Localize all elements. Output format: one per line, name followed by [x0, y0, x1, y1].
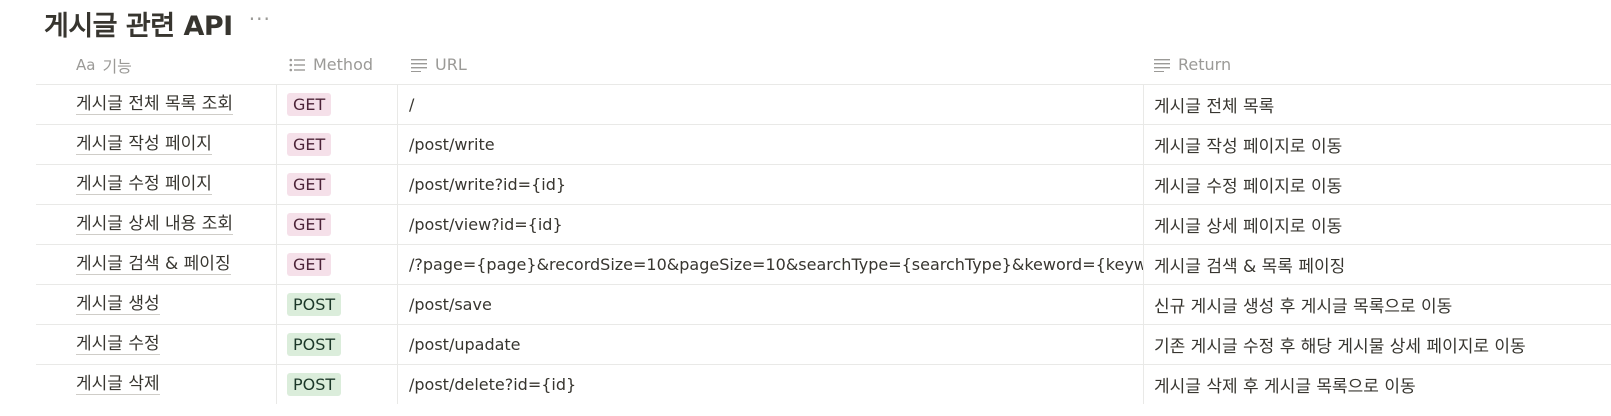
feature-cell[interactable]: 게시글 상세 내용 조회 — [36, 205, 277, 244]
feature-cell[interactable]: 게시글 수정 페이지 — [36, 165, 277, 204]
table-row[interactable]: 게시글 상세 내용 조회 GET /post/view?id={id} 게시글 … — [36, 205, 1611, 245]
table-row[interactable]: 게시글 삭제 POST /post/delete?id={id} 게시글 삭제 … — [36, 365, 1611, 404]
url-cell[interactable]: /post/save — [398, 285, 1144, 324]
return-text: 게시글 전체 목록 — [1154, 97, 1275, 117]
method-cell[interactable]: GET — [277, 245, 398, 284]
text-lines-icon — [1154, 58, 1170, 72]
url-text: /post/upadate — [409, 335, 521, 354]
more-options-icon[interactable]: ··· — [249, 9, 271, 29]
method-tag-post: POST — [287, 333, 342, 356]
feature-cell[interactable]: 게시글 삭제 — [36, 365, 277, 404]
return-cell[interactable]: 게시글 수정 페이지로 이동 — [1144, 165, 1611, 204]
list-icon — [289, 58, 305, 72]
feature-title[interactable]: 게시글 수정 — [76, 334, 160, 355]
table-row[interactable]: 게시글 작성 페이지 GET /post/write 게시글 작성 페이지로 이… — [36, 125, 1611, 165]
method-cell[interactable]: GET — [277, 165, 398, 204]
url-cell[interactable]: / — [398, 85, 1144, 124]
method-cell[interactable]: GET — [277, 85, 398, 124]
return-cell[interactable]: 기존 게시글 수정 후 해당 게시물 상세 페이지로 이동 — [1144, 325, 1611, 364]
method-tag-get: GET — [287, 253, 332, 276]
method-tag-get: GET — [287, 173, 332, 196]
feature-title[interactable]: 게시글 전체 목록 조회 — [76, 94, 233, 115]
method-cell[interactable]: GET — [277, 205, 398, 244]
feature-title[interactable]: 게시글 상세 내용 조회 — [76, 214, 233, 235]
return-text: 게시글 수정 페이지로 이동 — [1154, 177, 1343, 197]
column-header-url[interactable]: URL — [398, 45, 1144, 84]
url-text: /post/delete?id={id} — [409, 375, 577, 394]
column-label-method: Method — [313, 55, 374, 74]
return-text: 기존 게시글 수정 후 해당 게시물 상세 페이지로 이동 — [1154, 337, 1526, 357]
feature-title[interactable]: 게시글 삭제 — [76, 374, 160, 395]
api-table: Aa 기능 Method URL Return 게시글 전체 목록 조회 GET… — [36, 45, 1611, 404]
database-title-row: 게시글 관련 API ··· — [44, 0, 271, 46]
column-header-return[interactable]: Return — [1144, 45, 1611, 84]
return-text: 게시글 검색 & 목록 페이징 — [1154, 257, 1346, 277]
url-cell[interactable]: /post/write — [398, 125, 1144, 164]
return-text: 게시글 삭제 후 게시글 목록으로 이동 — [1154, 377, 1416, 397]
url-text: /post/save — [409, 295, 492, 314]
table-row[interactable]: 게시글 생성 POST /post/save 신규 게시글 생성 후 게시글 목… — [36, 285, 1611, 325]
method-tag-get: GET — [287, 213, 332, 236]
return-cell[interactable]: 게시글 검색 & 목록 페이징 — [1144, 245, 1611, 284]
feature-cell[interactable]: 게시글 생성 — [36, 285, 277, 324]
return-cell[interactable]: 게시글 전체 목록 — [1144, 85, 1611, 124]
column-label-url: URL — [435, 55, 467, 74]
text-lines-icon — [411, 58, 427, 72]
table-row[interactable]: 게시글 수정 POST /post/upadate 기존 게시글 수정 후 해당… — [36, 325, 1611, 365]
feature-title[interactable]: 게시글 작성 페이지 — [76, 134, 212, 155]
return-cell[interactable]: 신규 게시글 생성 후 게시글 목록으로 이동 — [1144, 285, 1611, 324]
url-text: /post/write?id={id} — [409, 175, 567, 194]
return-text: 신규 게시글 생성 후 게시글 목록으로 이동 — [1154, 297, 1453, 317]
table-row[interactable]: 게시글 수정 페이지 GET /post/write?id={id} 게시글 수… — [36, 165, 1611, 205]
column-label-feature: 기능 — [102, 56, 132, 76]
return-cell[interactable]: 게시글 상세 페이지로 이동 — [1144, 205, 1611, 244]
url-cell[interactable]: /post/delete?id={id} — [398, 365, 1144, 404]
return-text: 게시글 작성 페이지로 이동 — [1154, 137, 1343, 157]
url-cell[interactable]: /post/view?id={id} — [398, 205, 1144, 244]
title-property-icon: Aa — [76, 55, 96, 74]
feature-title[interactable]: 게시글 수정 페이지 — [76, 174, 212, 195]
url-cell[interactable]: /post/write?id={id} — [398, 165, 1144, 204]
feature-cell[interactable]: 게시글 작성 페이지 — [36, 125, 277, 164]
url-text: /post/view?id={id} — [409, 215, 563, 234]
table-row[interactable]: 게시글 검색 & 페이징 GET /?page={page}&recordSiz… — [36, 245, 1611, 285]
return-cell[interactable]: 게시글 삭제 후 게시글 목록으로 이동 — [1144, 365, 1611, 404]
table-header: Aa 기능 Method URL Return — [36, 45, 1611, 85]
method-tag-post: POST — [287, 373, 342, 396]
return-cell[interactable]: 게시글 작성 페이지로 이동 — [1144, 125, 1611, 164]
method-cell[interactable]: POST — [277, 285, 398, 324]
return-text: 게시글 상세 페이지로 이동 — [1154, 217, 1343, 237]
feature-cell[interactable]: 게시글 수정 — [36, 325, 277, 364]
column-header-feature[interactable]: Aa 기능 — [36, 45, 277, 84]
url-text: /post/write — [409, 135, 495, 154]
column-header-method[interactable]: Method — [277, 45, 398, 84]
url-text: / — [409, 95, 415, 114]
url-cell[interactable]: /post/upadate — [398, 325, 1144, 364]
feature-title[interactable]: 게시글 생성 — [76, 294, 160, 315]
column-label-return: Return — [1178, 55, 1232, 74]
url-text: /?page={page}&recordSize=10&pageSize=10&… — [409, 255, 1144, 274]
method-cell[interactable]: POST — [277, 325, 398, 364]
url-cell[interactable]: /?page={page}&recordSize=10&pageSize=10&… — [398, 245, 1144, 284]
feature-title[interactable]: 게시글 검색 & 페이징 — [76, 254, 231, 275]
feature-cell[interactable]: 게시글 전체 목록 조회 — [36, 85, 277, 124]
method-cell[interactable]: GET — [277, 125, 398, 164]
method-tag-post: POST — [287, 293, 342, 316]
method-tag-get: GET — [287, 93, 332, 116]
feature-cell[interactable]: 게시글 검색 & 페이징 — [36, 245, 277, 284]
method-cell[interactable]: POST — [277, 365, 398, 404]
method-tag-get: GET — [287, 133, 332, 156]
table-row[interactable]: 게시글 전체 목록 조회 GET / 게시글 전체 목록 — [36, 85, 1611, 125]
page-title[interactable]: 게시글 관련 API — [44, 4, 233, 43]
